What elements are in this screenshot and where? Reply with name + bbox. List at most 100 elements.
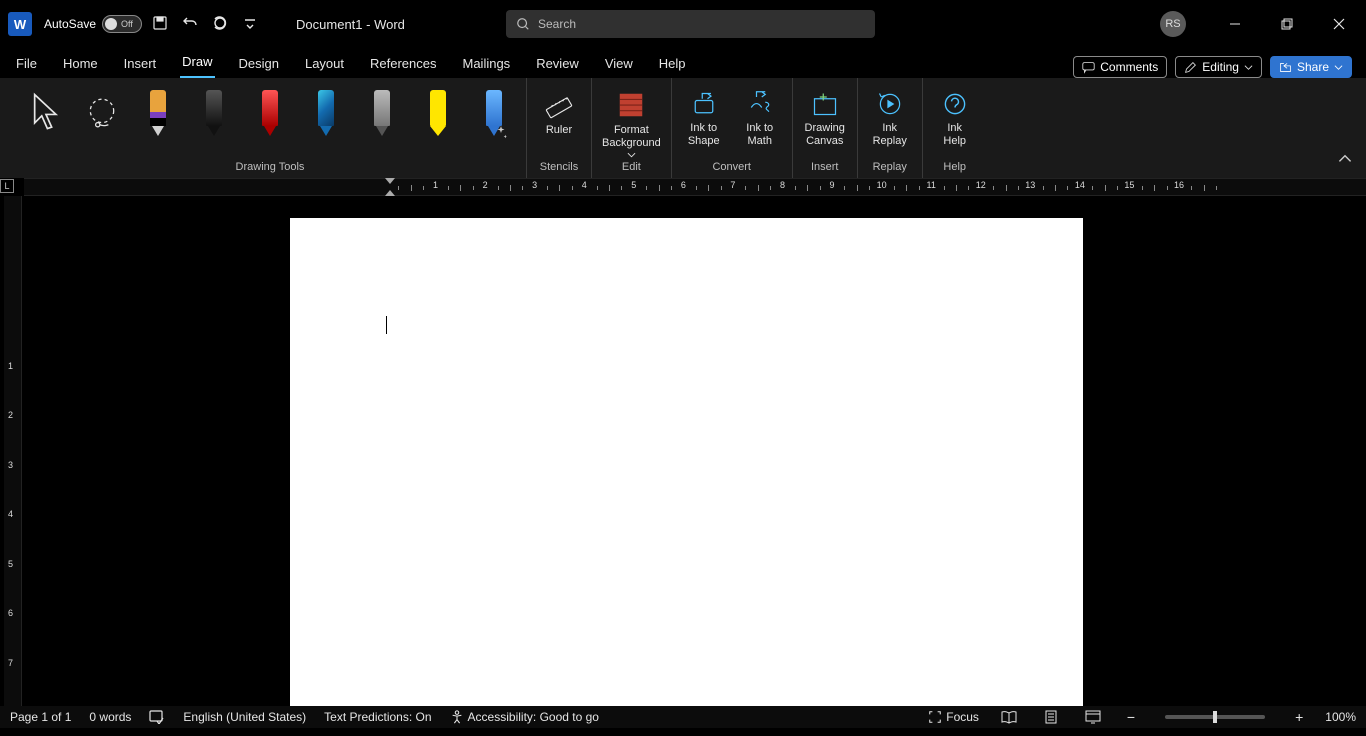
ink-replay-button[interactable]: Ink Replay <box>868 88 912 148</box>
share-icon <box>1279 61 1292 74</box>
group-help: Ink Help Help <box>923 78 987 178</box>
pen-galaxy[interactable] <box>304 88 348 136</box>
pen-red[interactable] <box>248 88 292 136</box>
pencil-gray[interactable] <box>360 88 404 136</box>
pen-orange[interactable] <box>136 88 180 136</box>
lasso-icon <box>85 90 119 136</box>
focus-icon <box>928 710 942 724</box>
ribbon-tabs: File Home Insert Draw Design Layout Refe… <box>0 48 1366 78</box>
tab-stop-selector[interactable]: L <box>0 179 14 193</box>
tab-insert[interactable]: Insert <box>122 50 159 78</box>
share-button[interactable]: Share <box>1270 56 1352 78</box>
format-background-button[interactable]: Format Background <box>602 88 661 158</box>
autosave-toggle[interactable]: AutoSave Off <box>44 15 142 33</box>
redo-icon[interactable] <box>212 15 228 34</box>
group-label: Replay <box>873 161 907 175</box>
editing-mode-button[interactable]: Editing <box>1175 56 1262 78</box>
zoom-level[interactable]: 100% <box>1325 710 1356 724</box>
status-bar: Page 1 of 1 0 words English (United Stat… <box>0 706 1366 728</box>
read-mode-button[interactable] <box>997 708 1021 726</box>
status-language[interactable]: English (United States) <box>183 710 306 724</box>
zoom-slider[interactable] <box>1165 715 1265 719</box>
undo-icon[interactable] <box>182 15 198 34</box>
chevron-down-icon <box>1334 63 1343 72</box>
tab-design[interactable]: Design <box>237 50 281 78</box>
group-label: Edit <box>622 161 641 175</box>
comments-button[interactable]: Comments <box>1073 56 1167 78</box>
tab-home[interactable]: Home <box>61 50 100 78</box>
qat-customize-icon[interactable] <box>242 16 258 32</box>
search-placeholder: Search <box>538 17 576 31</box>
pencil-icon <box>1184 61 1197 74</box>
status-words[interactable]: 0 words <box>89 710 131 724</box>
autosave-label: AutoSave <box>44 17 96 31</box>
zoom-in-button[interactable]: + <box>1291 709 1307 725</box>
ruler-button[interactable]: Ruler <box>537 88 581 137</box>
ink-to-math-button[interactable]: Ink to Math <box>738 88 782 148</box>
search-icon <box>516 17 530 31</box>
select-tool[interactable] <box>24 88 68 136</box>
chevron-down-icon <box>627 152 636 158</box>
ruler-icon <box>544 90 574 120</box>
group-replay: Ink Replay Replay <box>858 78 923 178</box>
status-predictions[interactable]: Text Predictions: On <box>324 710 431 724</box>
action-pen[interactable] <box>472 88 516 136</box>
status-page[interactable]: Page 1 of 1 <box>10 710 71 724</box>
lasso-tool[interactable] <box>80 88 124 136</box>
group-label: Drawing Tools <box>236 161 305 175</box>
status-accessibility[interactable]: Accessibility: Good to go <box>450 710 599 724</box>
user-avatar[interactable]: RS <box>1160 11 1186 37</box>
horizontal-ruler[interactable]: 12345678910111213141516 <box>24 178 1366 196</box>
document-title: Document1 - Word <box>296 17 405 32</box>
tab-review[interactable]: Review <box>534 50 581 78</box>
ink-to-math-icon <box>745 90 775 118</box>
tab-mailings[interactable]: Mailings <box>461 50 513 78</box>
search-input[interactable]: Search <box>506 10 875 38</box>
drawing-canvas-button[interactable]: Drawing Canvas <box>803 88 847 148</box>
highlighter-yellow[interactable] <box>416 88 460 136</box>
zoom-out-button[interactable]: − <box>1123 709 1139 725</box>
word-app-icon: W <box>8 12 32 36</box>
print-layout-button[interactable] <box>1039 708 1063 726</box>
cursor-icon <box>29 90 63 136</box>
focus-mode-button[interactable]: Focus <box>928 710 979 724</box>
accessibility-icon <box>450 710 464 724</box>
format-background-icon <box>616 90 646 120</box>
tab-help[interactable]: Help <box>657 50 688 78</box>
tab-draw[interactable]: Draw <box>180 48 214 78</box>
save-icon[interactable] <box>152 15 168 34</box>
group-label: Convert <box>712 161 751 175</box>
title-bar: W AutoSave Off Document1 - Word Search R… <box>0 0 1366 48</box>
spellcheck-icon[interactable] <box>149 710 165 725</box>
group-drawing-tools: Drawing Tools <box>14 78 527 178</box>
text-cursor <box>386 316 387 334</box>
group-insert: Drawing Canvas Insert <box>793 78 858 178</box>
ink-to-shape-button[interactable]: Ink to Shape <box>682 88 726 148</box>
quick-access-toolbar <box>152 15 258 34</box>
ribbon: Drawing Tools Ruler Stencils Format Back… <box>0 78 1366 178</box>
ink-help-button[interactable]: Ink Help <box>933 88 977 148</box>
tab-references[interactable]: References <box>368 50 438 78</box>
tab-file[interactable]: File <box>14 50 39 78</box>
group-label: Help <box>943 161 966 175</box>
tab-view[interactable]: View <box>603 50 635 78</box>
group-label: Insert <box>811 161 839 175</box>
document-area: 12345678910 <box>0 196 1366 710</box>
pen-black[interactable] <box>192 88 236 136</box>
group-stencils: Ruler Stencils <box>527 78 592 178</box>
group-edit: Format Background Edit <box>592 78 672 178</box>
tab-layout[interactable]: Layout <box>303 50 346 78</box>
close-button[interactable] <box>1318 8 1360 40</box>
maximize-button[interactable] <box>1266 8 1308 40</box>
drawing-canvas-icon <box>810 90 840 118</box>
minimize-button[interactable] <box>1214 8 1256 40</box>
document-page[interactable] <box>290 218 1083 710</box>
collapse-ribbon-icon[interactable] <box>1338 153 1352 170</box>
chevron-down-icon <box>1244 63 1253 72</box>
sparkle-icon <box>494 126 508 140</box>
comment-icon <box>1082 61 1095 74</box>
vertical-ruler[interactable]: 12345678910 <box>4 196 22 710</box>
ink-replay-icon <box>875 90 905 118</box>
help-icon <box>940 90 970 118</box>
web-layout-button[interactable] <box>1081 708 1105 726</box>
